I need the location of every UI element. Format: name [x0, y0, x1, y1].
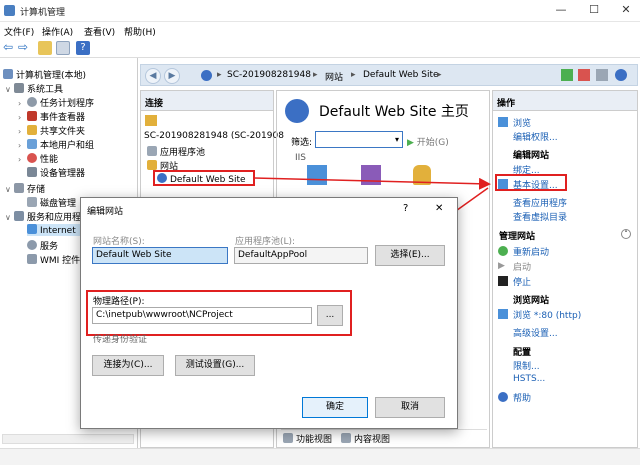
- passthrough-auth-label: 传递身份验证: [93, 335, 148, 345]
- arrow-to-basic-settings: [253, 177, 491, 190]
- app-pool-field[interactable]: DefaultAppPool: [234, 247, 368, 264]
- ok-button[interactable]: 确定: [302, 397, 368, 418]
- site-name-field[interactable]: Default Web Site: [92, 247, 228, 264]
- dialog-close-button[interactable]: ✕: [435, 203, 443, 214]
- status-bar: [0, 448, 640, 465]
- site-name-label: 网站名称(S):: [93, 237, 145, 247]
- physical-path-label: 物理路径(P):: [93, 297, 145, 307]
- physical-path-field[interactable]: C:\inetpub\wwwroot\NCProject: [92, 307, 312, 324]
- select-pool-button[interactable]: 选择(E)...: [375, 245, 445, 266]
- app-pool-label: 应用程序池(L):: [235, 237, 296, 247]
- test-settings-button[interactable]: 测试设置(G)...: [175, 355, 255, 376]
- edit-site-dialog: 编辑网站 ? ✕ 网站名称(S): Default Web Site 应用程序池…: [80, 197, 458, 429]
- cancel-button[interactable]: 取消: [375, 397, 445, 418]
- dialog-title: 编辑网站: [87, 207, 124, 217]
- connect-as-button[interactable]: 连接为(C)...: [92, 355, 164, 376]
- dialog-help-button[interactable]: ?: [403, 203, 408, 214]
- browse-path-button[interactable]: ...: [317, 305, 343, 326]
